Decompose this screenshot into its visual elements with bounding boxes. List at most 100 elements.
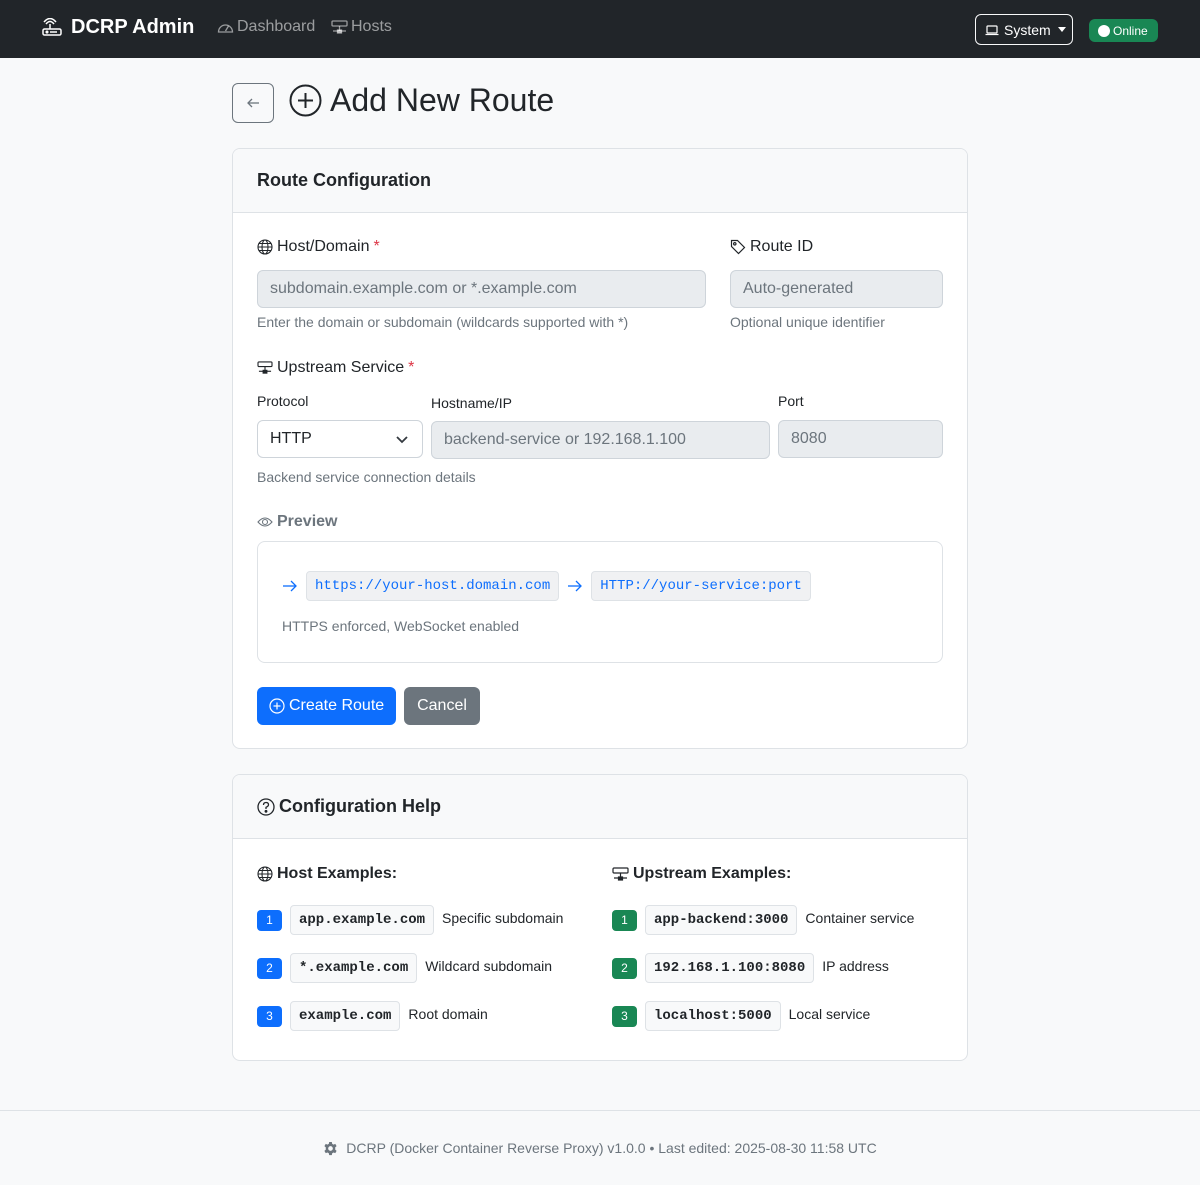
hdd-network-icon	[257, 361, 273, 374]
example-code: localhost:5000	[645, 1001, 781, 1031]
footer-text: DCRP (Docker Container Reverse Proxy) v1…	[346, 1140, 877, 1156]
preview-flow: https://your-host.domain.com HTTP://your…	[282, 571, 811, 601]
status-dot-icon	[1098, 24, 1110, 37]
question-circle-icon	[257, 797, 275, 816]
gear-icon	[324, 1141, 337, 1155]
plus-circle-icon	[269, 698, 285, 714]
list-item: 3 localhost:5000 Local service	[612, 1001, 870, 1031]
speedometer-icon	[217, 24, 234, 33]
item-number: 3	[257, 1005, 282, 1027]
brand-label: DCRP Admin	[71, 16, 195, 38]
nav-link-label: Dashboard	[237, 18, 316, 35]
preview-source-url: https://your-host.domain.com	[306, 571, 560, 601]
example-description: Wildcard subdomain	[425, 958, 553, 974]
protocol-value: HTTP	[270, 430, 312, 447]
arrow-left-icon	[247, 98, 259, 108]
arrow-right-icon	[283, 580, 297, 592]
card-header: Configuration Help	[233, 775, 967, 839]
host-domain-label: Host/Domain *	[257, 238, 380, 256]
brand[interactable]: DCRP Admin	[41, 16, 194, 39]
example-code: app.example.com	[290, 905, 435, 935]
route-id-help: Optional unique identifier	[730, 314, 885, 330]
back-button[interactable]	[232, 83, 274, 123]
example-description: Specific subdomain	[442, 910, 564, 926]
preview-box: https://your-host.domain.com HTTP://your…	[257, 541, 943, 663]
caret-down-icon	[1057, 27, 1066, 32]
arrow-right-icon	[568, 580, 583, 592]
list-item: 3 example.com Root domain	[257, 1001, 488, 1031]
globe-icon	[257, 866, 273, 882]
route-id-label: Route ID	[730, 238, 813, 256]
host-examples-title-text: Host Examples:	[277, 865, 398, 882]
required-mark: *	[373, 238, 380, 255]
cancel-label: Cancel	[417, 697, 467, 714]
create-route-button[interactable]: Create Route	[257, 687, 396, 725]
item-number: 3	[612, 1005, 637, 1027]
globe-icon	[257, 239, 273, 255]
nav-link-dashboard[interactable]: Dashboard	[217, 18, 315, 36]
list-item: 2 *.example.com Wildcard subdomain	[257, 953, 552, 983]
status-badge: Online	[1089, 19, 1158, 42]
page-title-text: Add New Route	[330, 82, 555, 118]
item-number: 1	[257, 909, 282, 931]
hdd-network-icon	[612, 866, 629, 881]
host-domain-help: Enter the domain or subdomain (wildcards…	[257, 314, 629, 330]
required-mark: *	[408, 359, 415, 376]
list-item: 1 app-backend:3000 Container service	[612, 905, 914, 935]
route-id-label-text: Route ID	[750, 238, 814, 255]
card-title: Configuration Help	[279, 796, 441, 816]
cancel-button[interactable]: Cancel	[404, 687, 480, 725]
example-description: Local service	[788, 1006, 871, 1022]
preview-note: HTTPS enforced, WebSocket enabled	[282, 618, 520, 634]
route-id-input[interactable]: Auto-generated	[730, 270, 943, 308]
plus-circle-icon	[289, 84, 322, 117]
upstream-service-label: Upstream Service *	[257, 359, 414, 377]
create-route-label: Create Route	[289, 697, 385, 714]
preview-label: Preview	[257, 513, 337, 531]
preview-label-text: Preview	[277, 513, 338, 530]
upstream-service-label-text: Upstream Service	[277, 359, 405, 376]
theme-label: System	[1004, 21, 1051, 38]
route-id-placeholder: Auto-generated	[743, 280, 854, 297]
example-code: 192.168.1.100:8080	[645, 953, 815, 983]
footer: DCRP (Docker Container Reverse Proxy) v1…	[0, 1110, 1200, 1185]
hostname-label: Hostname/IP	[431, 395, 512, 411]
nav-link-label: Hosts	[351, 18, 392, 35]
host-domain-input[interactable]: subdomain.example.com or *.example.com	[257, 270, 706, 308]
list-item: 1 app.example.com Specific subdomain	[257, 905, 563, 935]
tag-icon	[730, 239, 746, 255]
navbar: DCRP Admin Dashboard Hosts System Online	[0, 0, 1200, 58]
preview-target-url: HTTP://your-service:port	[591, 571, 811, 601]
example-description: Root domain	[408, 1006, 488, 1022]
status-label: Online	[1113, 23, 1148, 38]
list-item: 2 192.168.1.100:8080 IP address	[612, 953, 889, 983]
card-header: Route Configuration	[233, 149, 967, 213]
upstream-help: Backend service connection details	[257, 469, 476, 485]
example-code: *.example.com	[290, 953, 418, 983]
example-description: IP address	[822, 958, 889, 974]
item-number: 2	[612, 957, 637, 979]
router-icon	[42, 17, 62, 36]
port-input[interactable]: 8080	[778, 420, 943, 458]
hdd-network-icon	[331, 19, 348, 34]
chevron-down-icon	[396, 436, 408, 444]
hostname-input[interactable]: backend-service or 192.168.1.100	[431, 421, 770, 459]
theme-dropdown-button[interactable]: System	[975, 14, 1073, 45]
eye-icon	[257, 517, 273, 527]
host-domain-label-text: Host/Domain	[277, 238, 370, 255]
item-number: 1	[612, 909, 637, 931]
item-number: 2	[257, 957, 282, 979]
example-code: example.com	[290, 1001, 401, 1031]
hostname-placeholder: backend-service or 192.168.1.100	[444, 431, 686, 448]
example-code: app-backend:3000	[645, 905, 798, 935]
protocol-label: Protocol	[257, 393, 309, 409]
card-title: Route Configuration	[257, 170, 431, 190]
nav-link-hosts[interactable]: Hosts	[331, 18, 392, 36]
upstream-examples-title: Upstream Examples:	[612, 865, 791, 883]
example-description: Container service	[805, 910, 915, 926]
port-label: Port	[778, 393, 804, 409]
protocol-select[interactable]: HTTP	[257, 420, 423, 458]
host-domain-placeholder: subdomain.example.com or *.example.com	[270, 280, 577, 297]
page-title: Add New Route	[289, 82, 554, 119]
laptop-icon	[985, 24, 999, 35]
